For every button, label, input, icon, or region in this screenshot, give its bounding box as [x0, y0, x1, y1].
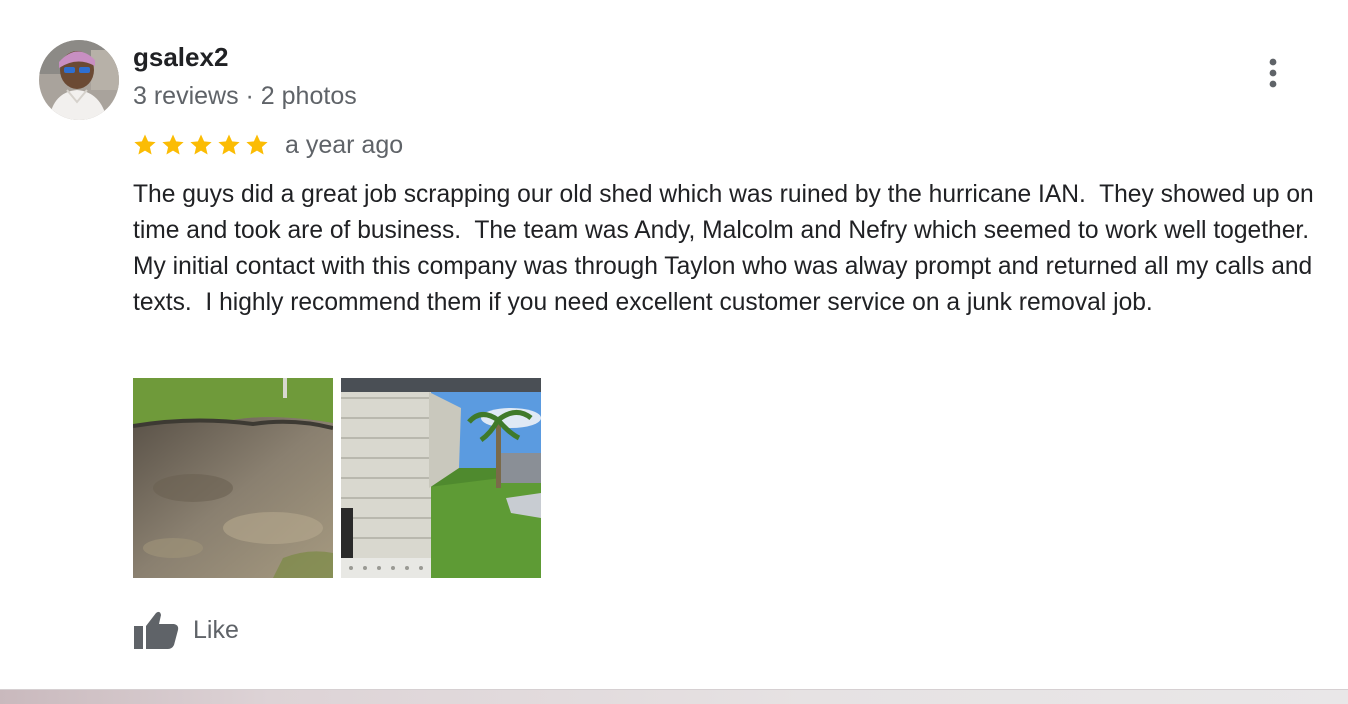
- author-meta: 3 reviews · 2 photos: [133, 82, 357, 110]
- review-photo-1[interactable]: [133, 378, 333, 578]
- review-date: a year ago: [285, 131, 404, 159]
- avatar-image: [39, 40, 119, 120]
- photo-damaged-shed: [341, 378, 541, 578]
- bottom-divider: [0, 689, 1348, 704]
- review-card: gsalex2 3 reviews · 2 photos a year ago …: [0, 0, 1348, 704]
- photo-grass-dirt: [133, 378, 333, 578]
- review-photo-2[interactable]: [341, 378, 541, 578]
- rating-row: a year ago: [133, 129, 403, 161]
- star-icon: [246, 134, 268, 155]
- star-icon: [190, 134, 212, 155]
- star-icon: [162, 134, 184, 155]
- more-vert-icon: [1269, 58, 1277, 88]
- like-button[interactable]: Like: [133, 608, 239, 652]
- like-label: Like: [193, 615, 239, 644]
- author-name[interactable]: gsalex2: [133, 42, 228, 72]
- more-options-button[interactable]: [1252, 52, 1294, 94]
- star-rating: [133, 133, 269, 157]
- review-text: The guys did a great job scrapping our o…: [133, 181, 1323, 316]
- star-icon: [218, 134, 240, 155]
- thumbs-up-icon: [134, 611, 179, 649]
- star-icon: [134, 134, 156, 155]
- review-photos: [133, 378, 541, 578]
- author-avatar[interactable]: [39, 40, 119, 120]
